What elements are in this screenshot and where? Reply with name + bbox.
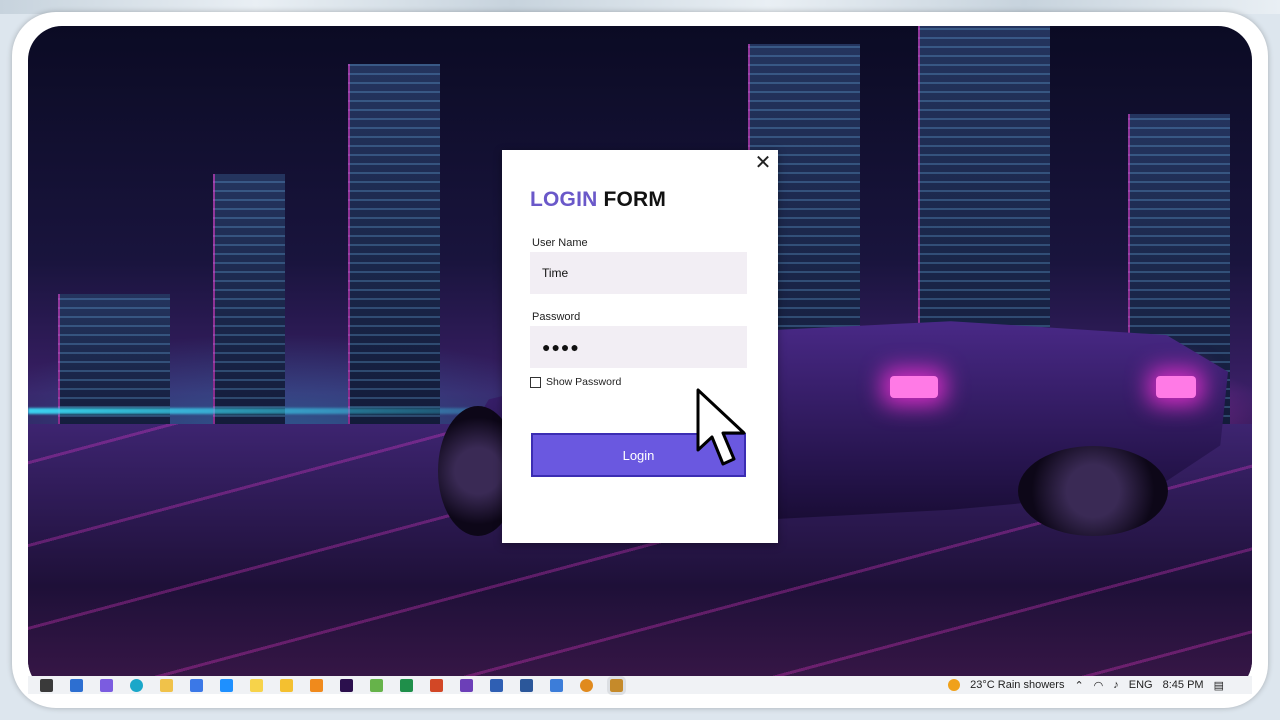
- taskbar: 23°C Rain showers ⌃ ◠ ♪ ENG 8:45 PM ▤: [28, 675, 1252, 695]
- powerpoint-icon[interactable]: [430, 678, 443, 692]
- show-password-label: Show Password: [546, 376, 622, 388]
- system-tray: 23°C Rain showers ⌃ ◠ ♪ ENG 8:45 PM ▤: [948, 676, 1252, 694]
- clock[interactable]: 8:45 PM: [1163, 679, 1204, 691]
- wallpaper-building: [348, 64, 440, 444]
- active-app-icon[interactable]: [607, 675, 626, 695]
- store-icon[interactable]: [190, 678, 203, 692]
- wallpaper-car-wheel: [1018, 446, 1168, 536]
- app2-icon[interactable]: [550, 678, 563, 692]
- show-password-row[interactable]: Show Password: [530, 376, 621, 388]
- username-label: User Name: [532, 237, 588, 249]
- title-login: LOGIN: [530, 188, 598, 211]
- close-icon[interactable]: ✕: [752, 152, 774, 174]
- language-indicator[interactable]: ENG: [1129, 679, 1153, 691]
- weather-text[interactable]: 23°C Rain showers: [970, 679, 1064, 691]
- mouse-cursor-icon: [696, 388, 746, 466]
- volume-icon[interactable]: ♪: [1113, 679, 1119, 691]
- wallpaper-building: [213, 174, 285, 444]
- login-dialog: ✕ LOGIN FORM User Name Time Password ●●●●…: [502, 150, 778, 543]
- excel-icon[interactable]: [400, 678, 413, 692]
- premiere-icon[interactable]: [340, 678, 353, 692]
- wallpaper-tail-light: [890, 376, 938, 398]
- notification-icon[interactable]: ▤: [1214, 679, 1224, 692]
- folder-icon[interactable]: [160, 678, 173, 692]
- notes-icon[interactable]: [250, 678, 263, 692]
- wallpaper-tail-light: [1156, 376, 1196, 398]
- sticky-notes-icon[interactable]: [280, 678, 293, 692]
- app-icon[interactable]: [490, 678, 503, 692]
- mail-icon[interactable]: [220, 678, 233, 692]
- username-value: Time: [542, 266, 569, 280]
- page-title: LOGIN FORM: [530, 188, 666, 212]
- visual-studio-icon[interactable]: [460, 678, 473, 692]
- vlc-icon[interactable]: [310, 678, 323, 692]
- edge-icon[interactable]: [130, 678, 143, 692]
- chrome-like-icon[interactable]: [580, 678, 593, 692]
- taskbar-pinned-apps: [40, 675, 626, 695]
- username-input[interactable]: Time: [530, 252, 747, 294]
- android-icon[interactable]: [370, 678, 383, 692]
- task-view-icon[interactable]: [40, 678, 53, 692]
- password-input[interactable]: ●●●●: [530, 326, 747, 368]
- wallpaper-building: [58, 294, 170, 444]
- word-icon[interactable]: [520, 678, 533, 692]
- file-manager-icon[interactable]: [70, 678, 83, 692]
- password-value: ●●●●: [542, 339, 580, 355]
- copilot-icon[interactable]: [100, 678, 113, 692]
- title-form: FORM: [603, 188, 667, 211]
- weather-icon[interactable]: [948, 679, 961, 691]
- chevron-up-icon[interactable]: ⌃: [1074, 679, 1083, 692]
- password-label: Password: [532, 311, 581, 323]
- wifi-icon[interactable]: ◠: [1094, 679, 1104, 692]
- show-password-checkbox[interactable]: [530, 376, 541, 388]
